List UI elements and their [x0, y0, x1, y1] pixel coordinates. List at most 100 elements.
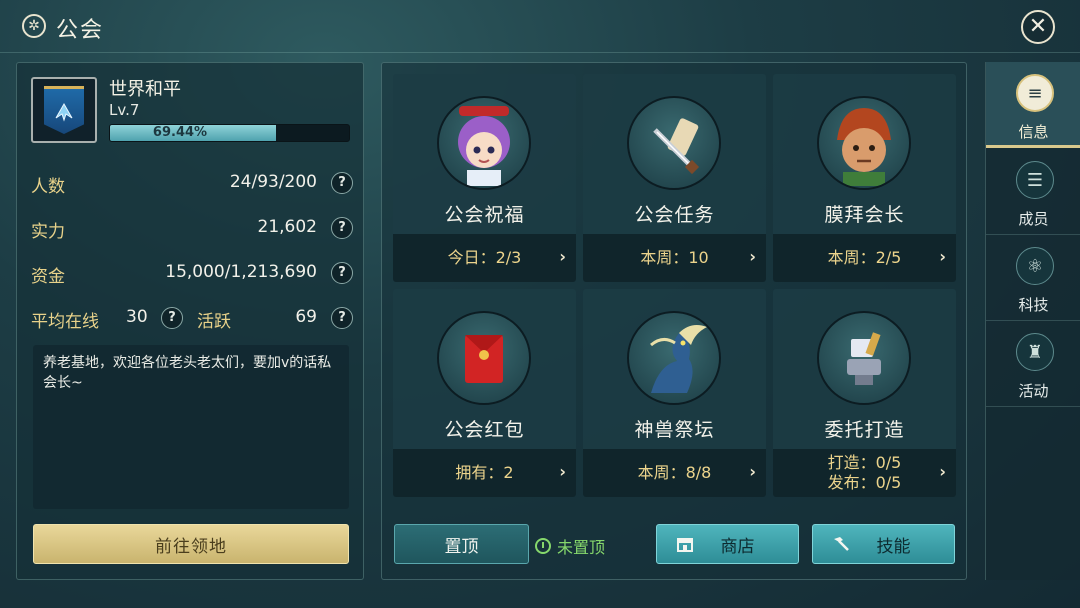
- guild-exp-text: 69.44%: [152, 125, 208, 140]
- card-info: 今日：2/3: [393, 234, 576, 282]
- card-info-text: 拥有：2: [455, 463, 514, 482]
- tab-activity[interactable]: ♜ 活动: [986, 321, 1080, 407]
- quest-scroll-icon: [627, 96, 721, 190]
- shop-button-label: 商店: [720, 536, 755, 557]
- card-beast-altar[interactable]: 神兽祭坛 本周：8/8 ›: [583, 289, 766, 497]
- card-info-text: 本周：10: [640, 248, 709, 267]
- guild-notice[interactable]: 养老基地，欢迎各位老头老太们，要加v的话私会长~: [33, 345, 349, 509]
- card-footer: 打造：0/5 发布：0/5 ›: [773, 449, 956, 497]
- side-tabs: ≡ 信息 ☰ 成员 ⚛ 科技 ♜ 活动: [985, 62, 1080, 580]
- card-title: 委托打造: [824, 419, 905, 441]
- clock-icon: [535, 538, 551, 554]
- help-icon[interactable]: ?: [161, 307, 183, 329]
- card-info-text: 本周：8/8: [637, 463, 712, 482]
- card-footer: 今日：2/3 ›: [393, 234, 576, 282]
- stat-value: 21,602: [257, 217, 317, 237]
- card-footer: 本周：2/5 ›: [773, 234, 956, 282]
- chevron-right-icon: ›: [749, 247, 756, 266]
- shop-button[interactable]: 商店: [656, 524, 799, 564]
- active-label: 活跃: [197, 312, 231, 332]
- guild-level: Lv.7: [109, 101, 140, 119]
- tab-label: 活动: [1018, 382, 1049, 400]
- dragon-icon: [627, 311, 721, 405]
- tech-icon: ⚛: [1016, 247, 1054, 285]
- stat-row-members: 人数 24/93/200 ?: [31, 170, 353, 197]
- guild-emblem[interactable]: [31, 77, 97, 143]
- stat-label: 人数: [31, 177, 65, 197]
- online-label: 平均在线: [31, 312, 99, 332]
- tab-label: 信息: [1018, 123, 1049, 141]
- card-footer: 本周：10 ›: [583, 234, 766, 282]
- guild-banner-icon: [44, 86, 84, 134]
- header-bar: ✲ 公会 ✕: [0, 0, 1080, 52]
- stat-row-online: 平均在线 30 ? 活跃 69 ?: [31, 305, 353, 332]
- card-commission-forge[interactable]: 委托打造 打造：0/5 发布：0/5 ›: [773, 289, 956, 497]
- card-info: 本周：10: [583, 234, 766, 282]
- stat-value: 24/93/200: [229, 172, 317, 192]
- skill-hammer-icon: [834, 537, 849, 551]
- chevron-right-icon: ›: [559, 247, 566, 266]
- chevron-right-icon: ›: [749, 462, 756, 481]
- activity-icon: ♜: [1016, 333, 1054, 371]
- close-button[interactable]: ✕: [1021, 10, 1055, 44]
- card-guild-quest[interactable]: 公会任务 本周：10 ›: [583, 74, 766, 282]
- stat-row-power: 实力 21,602 ?: [31, 215, 353, 242]
- card-info: 打造：0/5 发布：0/5: [773, 449, 956, 497]
- info-icon: ≡: [1016, 74, 1054, 112]
- guild-exp-bar: 69.44%: [109, 124, 350, 142]
- help-icon[interactable]: ?: [331, 217, 353, 239]
- tab-members[interactable]: ☰ 成员: [986, 149, 1080, 235]
- red-envelope-icon: [437, 311, 531, 405]
- tab-info[interactable]: ≡ 信息: [986, 62, 1080, 148]
- card-info-text: 发布：0/5: [827, 473, 902, 492]
- card-footer: 拥有：2 ›: [393, 449, 576, 497]
- stat-label: 实力: [31, 222, 65, 242]
- card-info: 本周：8/8: [583, 449, 766, 497]
- stat-row-funds: 资金 15,000/1,213,690 ?: [31, 260, 353, 287]
- pin-status: 未置顶: [535, 534, 605, 558]
- guild-features-panel: 公会祝福 今日：2/3 › 公会任务 本周：10 › 膜拜会长 本周：2/5 ›…: [381, 62, 967, 580]
- help-icon[interactable]: ?: [331, 262, 353, 284]
- card-info-text: 今日：2/3: [447, 248, 522, 267]
- stat-label: 资金: [31, 267, 65, 287]
- card-title: 公会红包: [444, 419, 525, 441]
- chevron-right-icon: ›: [559, 462, 566, 481]
- page-title: 公会: [56, 18, 105, 43]
- card-footer: 本周：8/8 ›: [583, 449, 766, 497]
- stat-value: 15,000/1,213,690: [165, 262, 317, 282]
- chevron-right-icon: ›: [939, 247, 946, 266]
- active-value: 69: [295, 307, 317, 327]
- tab-tech[interactable]: ⚛ 科技: [986, 235, 1080, 321]
- card-guild-blessing[interactable]: 公会祝福 今日：2/3 ›: [393, 74, 576, 282]
- chevron-right-icon: ›: [939, 462, 946, 481]
- help-icon[interactable]: ?: [331, 172, 353, 194]
- tab-label: 科技: [1018, 296, 1049, 314]
- tab-label: 成员: [1018, 210, 1049, 228]
- skill-button-label: 技能: [876, 536, 911, 557]
- card-info: 本周：2/5: [773, 234, 956, 282]
- leader-boy-icon: [817, 96, 911, 190]
- skill-button[interactable]: 技能: [812, 524, 955, 564]
- guild-name: 世界和平: [109, 79, 181, 100]
- help-icon[interactable]: ?: [331, 307, 353, 329]
- blessing-girl-icon: [437, 96, 531, 190]
- card-red-packet[interactable]: 公会红包 拥有：2 ›: [393, 289, 576, 497]
- pin-status-text: 未置顶: [557, 538, 606, 557]
- guild-info-panel: 世界和平 Lv.7 69.44% 人数 24/93/200 ? 实力 21,60…: [16, 62, 364, 580]
- pin-top-button[interactable]: 置顶: [394, 524, 529, 564]
- card-title: 公会任务: [634, 204, 715, 226]
- card-title: 神兽祭坛: [634, 419, 715, 441]
- card-title: 膜拜会长: [824, 204, 905, 226]
- online-value: 30: [126, 307, 148, 327]
- card-info-text: 本周：2/5: [827, 248, 902, 267]
- card-info: 拥有：2: [393, 449, 576, 497]
- card-worship-leader[interactable]: 膜拜会长 本周：2/5 ›: [773, 74, 956, 282]
- shop-icon: [677, 538, 693, 552]
- close-icon: ✕: [1028, 14, 1048, 39]
- card-title: 公会祝福: [444, 204, 525, 226]
- card-info-text: 打造：0/5: [827, 453, 902, 472]
- anvil-icon: [817, 311, 911, 405]
- goto-territory-button[interactable]: 前往领地: [33, 524, 349, 564]
- members-icon: ☰: [1016, 161, 1054, 199]
- header-divider: [0, 52, 1080, 53]
